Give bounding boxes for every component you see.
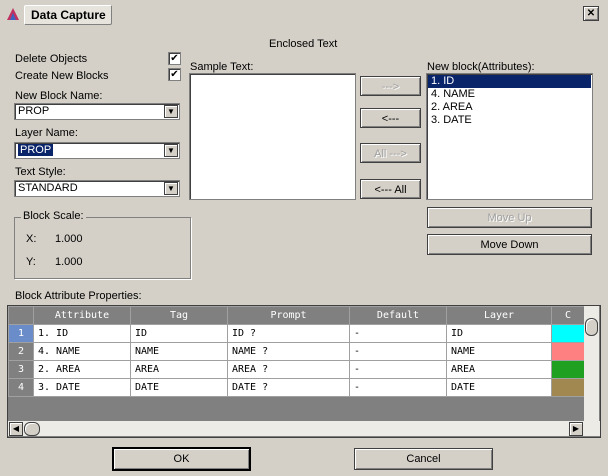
move-up-button[interactable]: Move Up [427, 207, 592, 228]
column-header[interactable]: Prompt [227, 306, 350, 325]
header-row: Attribute Tag Prompt Default Layer C [8, 306, 585, 325]
color-swatch[interactable] [551, 378, 585, 397]
scroll-thumb[interactable] [24, 422, 40, 436]
window-title: Data Capture [31, 8, 106, 22]
remove-all-button[interactable]: <--- All [360, 179, 421, 199]
tag-cell[interactable]: NAME [130, 342, 228, 361]
scale-y-label: Y: [26, 256, 36, 268]
default-cell[interactable]: - [349, 360, 447, 379]
column-header[interactable]: C [551, 306, 585, 325]
default-cell[interactable]: - [349, 342, 447, 361]
table-row[interactable]: 4 3. DATE DATE DATE ? - DATE [8, 378, 585, 397]
create-new-blocks-checkbox[interactable]: ✔ [168, 68, 181, 81]
app-icon [5, 6, 21, 22]
color-swatch[interactable] [551, 324, 585, 343]
tag-cell[interactable]: DATE [130, 378, 228, 397]
layer-cell[interactable]: ID [446, 324, 552, 343]
text-style-value: STANDARD [18, 182, 78, 194]
delete-objects-checkbox[interactable]: ✔ [168, 52, 181, 65]
prompt-cell[interactable]: NAME ? [227, 342, 350, 361]
layer-name-label: Layer Name: [15, 127, 78, 139]
attribute-cell[interactable]: 3. DATE [33, 378, 131, 397]
list-item[interactable]: 3. DATE [431, 114, 472, 127]
row-number[interactable]: 2 [8, 342, 34, 361]
color-swatch[interactable] [551, 360, 585, 379]
tag-cell[interactable]: ID [130, 324, 228, 343]
table-row[interactable]: 1 1. ID ID ID ? - ID [8, 324, 585, 343]
new-block-name-value: PROP [18, 105, 50, 117]
tag-cell[interactable]: AREA [130, 360, 228, 379]
text-style-combo[interactable]: STANDARD ▼ [14, 180, 180, 197]
chevron-down-icon[interactable]: ▼ [164, 144, 178, 157]
sample-text-list[interactable] [189, 73, 356, 200]
block-scale-caption: Block Scale: [21, 210, 86, 222]
attribute-cell[interactable]: 1. ID [33, 324, 131, 343]
chevron-down-icon[interactable]: ▼ [164, 182, 178, 195]
layer-name-value: PROP [18, 144, 54, 156]
sample-text-label: Sample Text: [190, 61, 254, 73]
default-cell[interactable]: - [349, 378, 447, 397]
cancel-button[interactable]: Cancel [354, 448, 493, 470]
text-style-label: Text Style: [15, 166, 66, 178]
new-block-name-label: New Block Name: [15, 90, 103, 102]
properties-label: Block Attribute Properties: [15, 290, 142, 302]
title-bar: Data Capture ✕ [0, 0, 608, 28]
table-row[interactable]: 3 2. AREA AREA AREA ? - AREA [8, 360, 585, 379]
scale-y-value: 1.000 [55, 256, 83, 268]
row-number[interactable]: 1 [8, 324, 34, 343]
scroll-thumb[interactable] [585, 318, 598, 336]
scroll-right-icon[interactable]: ▶ [569, 422, 583, 436]
column-header[interactable]: Tag [130, 306, 228, 325]
attribute-cell[interactable]: 2. AREA [33, 360, 131, 379]
column-header[interactable]: Default [349, 306, 447, 325]
enclosed-text-heading: Enclosed Text [269, 38, 338, 50]
block-scale-group: Block Scale: X: 1.000 Y: 1.000 [14, 210, 191, 279]
scale-x-value: 1.000 [55, 233, 83, 245]
layer-cell[interactable]: DATE [446, 378, 552, 397]
scroll-left-icon[interactable]: ◀ [9, 422, 23, 436]
row-number[interactable]: 4 [8, 378, 34, 397]
properties-grid[interactable]: Attribute Tag Prompt Default Layer C 1 1… [7, 305, 601, 438]
list-item[interactable]: 1. ID [428, 75, 591, 88]
move-down-button[interactable]: Move Down [427, 234, 592, 255]
list-item[interactable]: 2. AREA [431, 101, 473, 114]
delete-objects-label: Delete Objects [15, 53, 88, 65]
create-new-blocks-label: Create New Blocks [15, 70, 109, 82]
layer-name-combo[interactable]: PROP ▼ [14, 142, 180, 159]
default-cell[interactable]: - [349, 324, 447, 343]
prompt-cell[interactable]: ID ? [227, 324, 350, 343]
attribute-cell[interactable]: 4. NAME [33, 342, 131, 361]
layer-cell[interactable]: AREA [446, 360, 552, 379]
close-button[interactable]: ✕ [583, 6, 599, 21]
column-header[interactable]: Layer [446, 306, 552, 325]
prompt-cell[interactable]: AREA ? [227, 360, 350, 379]
new-block-label: New block(Attributes): [427, 61, 535, 73]
properties-table: Attribute Tag Prompt Default Layer C 1 1… [8, 306, 585, 397]
ok-button[interactable]: OK [113, 448, 250, 470]
horizontal-scrollbar[interactable]: ◀ ▶ [8, 421, 600, 436]
vertical-scrollbar[interactable] [584, 306, 599, 421]
chevron-down-icon[interactable]: ▼ [164, 105, 178, 118]
new-block-name-combo[interactable]: PROP ▼ [14, 103, 180, 120]
corner-header [8, 306, 34, 325]
column-header[interactable]: Attribute [33, 306, 131, 325]
list-item[interactable]: 4. NAME [431, 88, 475, 101]
remove-button[interactable]: <--- [360, 108, 421, 128]
scale-x-label: X: [26, 233, 37, 245]
add-button[interactable]: ---> [360, 76, 421, 96]
add-all-button[interactable]: All ---> [360, 143, 421, 163]
table-row[interactable]: 2 4. NAME NAME NAME ? - NAME [8, 342, 585, 361]
attributes-list[interactable]: 1. ID 4. NAME 2. AREA 3. DATE [426, 73, 593, 200]
layer-cell[interactable]: NAME [446, 342, 552, 361]
prompt-cell[interactable]: DATE ? [227, 378, 350, 397]
color-swatch[interactable] [551, 342, 585, 361]
row-number[interactable]: 3 [8, 360, 34, 379]
